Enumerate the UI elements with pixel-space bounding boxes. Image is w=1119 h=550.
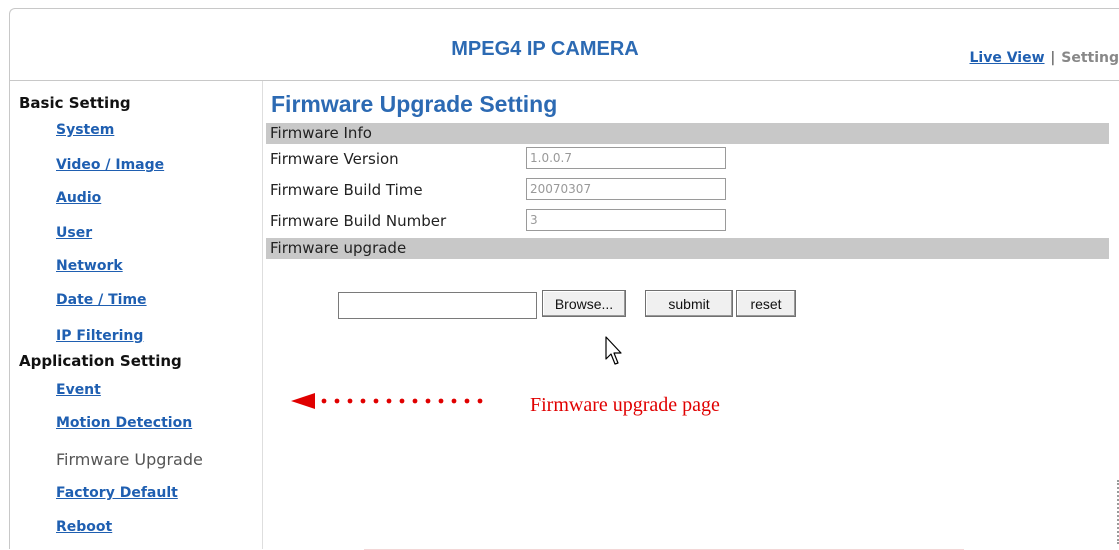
browse-button[interactable]: Browse... [542,290,626,317]
sidebar-item-motion-detection[interactable]: Motion Detection [56,415,192,431]
basic-setting-heading: Basic Setting [19,94,131,112]
annotation-arrow-icon [291,391,491,411]
live-view-link[interactable]: Live View [970,50,1045,66]
sidebar-item-firmware-upgrade[interactable]: Firmware Upgrade [56,450,203,469]
sidebar-item-video-image[interactable]: Video / Image [56,157,164,173]
page-title: Firmware Upgrade Setting [271,91,557,118]
mouse-pointer-icon [605,336,625,366]
application-setting-heading: Application Setting [19,352,182,370]
firmware-file-input[interactable] [338,292,537,319]
sidebar-item-factory-default[interactable]: Factory Default [56,485,178,501]
sidebar-item-system[interactable]: System [56,122,114,138]
firmware-build-time-label: Firmware Build Time [270,181,423,199]
sidebar: Basic Setting System Video / Image Audio… [9,81,263,549]
brand-title: MPEG4 IP CAMERA [9,38,1081,61]
firmware-build-time-field[interactable] [526,178,726,200]
firmware-build-number-label: Firmware Build Number [270,212,446,230]
right-edge-divider [1113,480,1119,544]
firmware-version-field[interactable] [526,147,726,169]
reset-button[interactable]: reset [736,290,796,317]
sidebar-item-user[interactable]: User [56,225,92,241]
firmware-upgrade-section-bar: Firmware upgrade [266,238,1109,259]
sidebar-item-ip-filtering[interactable]: IP Filtering [56,328,143,344]
submit-button[interactable]: submit [645,290,733,317]
sidebar-item-audio[interactable]: Audio [56,190,101,206]
annotation-label: Firmware upgrade page [530,394,720,417]
nav-separator: | [1051,50,1056,66]
sidebar-item-reboot[interactable]: Reboot [56,519,112,535]
top-nav: Live View | Setting [970,50,1119,66]
sidebar-item-event[interactable]: Event [56,382,101,398]
firmware-info-section-bar: Firmware Info [266,123,1109,144]
sidebar-item-network[interactable]: Network [56,258,123,274]
firmware-version-label: Firmware Version [270,150,399,168]
header: MPEG4 IP CAMERA Live View | Setting [9,8,1119,81]
firmware-build-number-field[interactable] [526,209,726,231]
main-content: Firmware Upgrade Setting Firmware Info F… [264,81,1119,549]
sidebar-item-date-time[interactable]: Date / Time [56,292,147,308]
setting-link[interactable]: Setting [1061,50,1119,66]
